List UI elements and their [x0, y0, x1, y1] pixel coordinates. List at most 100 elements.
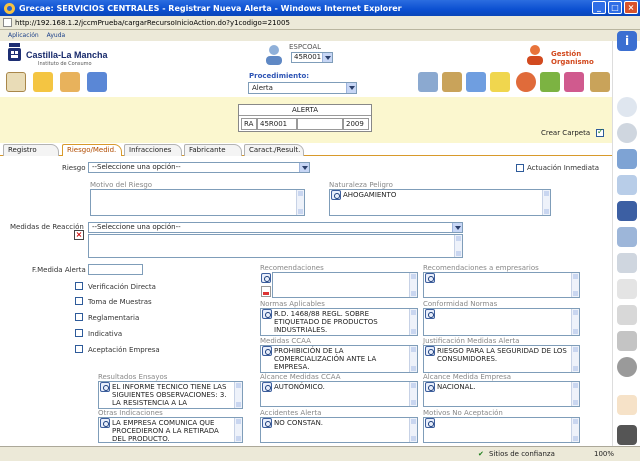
- conformidad-lookup-icon[interactable]: [425, 309, 435, 319]
- user-select[interactable]: 45R001: [291, 52, 333, 63]
- tab-infracciones[interactable]: Infracciones: [124, 144, 182, 156]
- pdf-icon[interactable]: [261, 286, 271, 297]
- open-folder-icon[interactable]: [60, 72, 80, 92]
- normas-aplicables-textarea[interactable]: R.D. 1468/88 REGL. SOBRE ETIQUETADO DE P…: [260, 308, 418, 336]
- tab-caract-result[interactable]: Caract./Result.: [244, 144, 304, 156]
- zoom-level[interactable]: 100%: [594, 450, 614, 458]
- normas-lookup-icon[interactable]: [262, 309, 272, 319]
- books-icon[interactable]: [442, 72, 462, 92]
- fmedida-label: F.Medida Alerta: [32, 266, 86, 274]
- resultados-ensayos-label: Resultados Ensayos: [98, 373, 168, 381]
- motivos-lookup-icon[interactable]: [425, 418, 435, 428]
- medidas-reaccion-label: Medidas de Reacción: [10, 223, 84, 231]
- alcance-empresa-lookup-icon[interactable]: [425, 382, 435, 392]
- recom-empresarios-textarea[interactable]: [423, 272, 580, 298]
- procedimiento-select[interactable]: Alerta: [248, 82, 357, 94]
- alcance-ccaa-label: Alcance Medidas CCAA: [260, 373, 341, 381]
- document-icon[interactable]: [617, 175, 637, 195]
- resultados-ensayos-textarea[interactable]: EL INFORME TECNICO TIENE LAS SIGUIENTES …: [98, 381, 243, 409]
- accidentes-lookup-icon[interactable]: [262, 418, 272, 428]
- recom-empresarios-lookup-icon[interactable]: [425, 273, 435, 283]
- vehicle-icon[interactable]: [617, 425, 637, 445]
- binoculars-icon[interactable]: [590, 72, 610, 92]
- alerta-title: ALERTA: [239, 105, 371, 116]
- address-url[interactable]: http://192.168.1.2/jccmPrueba/cargarRecu…: [15, 19, 290, 27]
- minimize-button[interactable]: _: [592, 1, 606, 14]
- motivos-no-aceptacion-textarea[interactable]: [423, 417, 580, 443]
- recomendaciones-lookup-icon[interactable]: [261, 273, 271, 283]
- actuacion-inmediata-checkbox[interactable]: [516, 164, 524, 172]
- tag-icon[interactable]: [6, 72, 26, 92]
- justificacion-lookup-icon[interactable]: [425, 346, 435, 356]
- folder-stack-icon[interactable]: [33, 72, 53, 92]
- medidas-reaccion-value: --Seleccione una opción--: [92, 223, 181, 231]
- gestion-organismo-icon[interactable]: [524, 43, 546, 65]
- aceptacion-empresa-checkbox[interactable]: [75, 345, 83, 353]
- tools-icon[interactable]: [564, 72, 584, 92]
- alcance-ccaa-lookup-icon[interactable]: [262, 382, 272, 392]
- verificacion-directa-checkbox[interactable]: [75, 282, 83, 290]
- conformidad-normas-textarea[interactable]: [423, 308, 580, 336]
- back-icon[interactable]: [617, 123, 637, 143]
- resultados-lookup-icon[interactable]: [100, 382, 110, 392]
- list-icon[interactable]: [617, 149, 637, 169]
- stack-icon[interactable]: [617, 279, 637, 299]
- recomendaciones-textarea[interactable]: [272, 272, 418, 298]
- riesgo-select[interactable]: --Seleccione una opción--: [88, 162, 310, 173]
- otras-lookup-icon[interactable]: [100, 418, 110, 428]
- medidas-reaccion-select[interactable]: --Seleccione una opción--: [88, 222, 463, 233]
- chevron-down-icon: [299, 163, 309, 172]
- justificacion-textarea[interactable]: RIESGO PARA LA SEGURIDAD DE LOS CONSUMID…: [423, 345, 580, 373]
- print-icon[interactable]: [617, 253, 637, 273]
- menu-ayuda[interactable]: Ayuda: [47, 32, 66, 39]
- motivo-riesgo-textarea[interactable]: [90, 189, 305, 216]
- database-icon[interactable]: [87, 72, 107, 92]
- motivo-riesgo-label: Motivo del Riesgo: [90, 181, 153, 189]
- delete-icon[interactable]: ×: [74, 230, 84, 240]
- settings-icon[interactable]: [617, 357, 637, 377]
- medidas-ccaa-textarea[interactable]: PROHIBICIÓN DE LA COMERCIALIZACIÓN ANTE …: [260, 345, 418, 373]
- alcance-empresa-textarea[interactable]: NACIONAL.: [423, 381, 580, 407]
- tab-registro[interactable]: Registro: [3, 144, 59, 156]
- tab-riesgo-medidas[interactable]: Riesgo/Medid.: [62, 144, 122, 156]
- alerta-cell-tipo: RA: [241, 118, 257, 130]
- gestion-organismo-link[interactable]: Gestión Organismo: [551, 50, 612, 66]
- medidas-reaccion-textarea[interactable]: [88, 234, 463, 258]
- maximize-button[interactable]: □: [608, 1, 622, 14]
- tools-cross-icon[interactable]: [617, 395, 637, 415]
- copy-icon[interactable]: [617, 227, 637, 247]
- accidentes-alerta-textarea[interactable]: NO CONSTAN.: [260, 417, 418, 443]
- building-icon[interactable]: [466, 72, 486, 92]
- recom-empresarios-label: Recomendaciones a empresarios: [423, 264, 539, 272]
- reglamentaria-checkbox[interactable]: [75, 313, 83, 321]
- tab-fabricante[interactable]: Fabricante: [184, 144, 242, 156]
- save-icon[interactable]: [617, 201, 637, 221]
- crear-carpeta-checkbox[interactable]: [596, 127, 604, 137]
- naturaleza-peligro-textarea[interactable]: AHOGAMIENTO: [329, 189, 551, 216]
- alcance-empresa-label: Alcance Medida Empresa: [423, 373, 512, 381]
- fmedida-input[interactable]: [88, 264, 143, 275]
- alcance-ccaa-textarea[interactable]: AUTONÓMICO.: [260, 381, 418, 407]
- info-icon[interactable]: i: [617, 31, 637, 51]
- naturaleza-lookup-icon[interactable]: [331, 190, 341, 200]
- archive-icon[interactable]: [617, 305, 637, 325]
- people-icon[interactable]: [540, 72, 560, 92]
- accidentes-alerta-value: NO CONSTAN.: [274, 419, 324, 427]
- otras-indicaciones-textarea[interactable]: LA EMPRESA COMUNICA QUE PROCEDIERON A LA…: [98, 417, 243, 443]
- medidas-ccaa-lookup-icon[interactable]: [262, 346, 272, 356]
- globe-icon[interactable]: [516, 72, 536, 92]
- menu-aplicacion[interactable]: Aplicación: [8, 32, 39, 39]
- close-button[interactable]: ×: [624, 1, 638, 14]
- alcance-ccaa-value: AUTONÓMICO.: [274, 383, 325, 391]
- toma-muestras-checkbox[interactable]: [75, 297, 83, 305]
- address-bar[interactable]: http://192.168.1.2/jccmPrueba/cargarRecu…: [0, 16, 640, 30]
- alerta-box: ALERTA RA 45R001 2009: [238, 104, 372, 132]
- indicativa-label: Indicativa: [88, 330, 123, 338]
- computer-icon[interactable]: [418, 72, 438, 92]
- shield-icon: ✔: [478, 450, 484, 458]
- envelope-icon[interactable]: [490, 72, 510, 92]
- reglamentaria-label: Reglamentaria: [88, 314, 140, 322]
- search-icon[interactable]: [617, 97, 637, 117]
- indicativa-checkbox[interactable]: [75, 329, 83, 337]
- font-icon[interactable]: [617, 331, 637, 351]
